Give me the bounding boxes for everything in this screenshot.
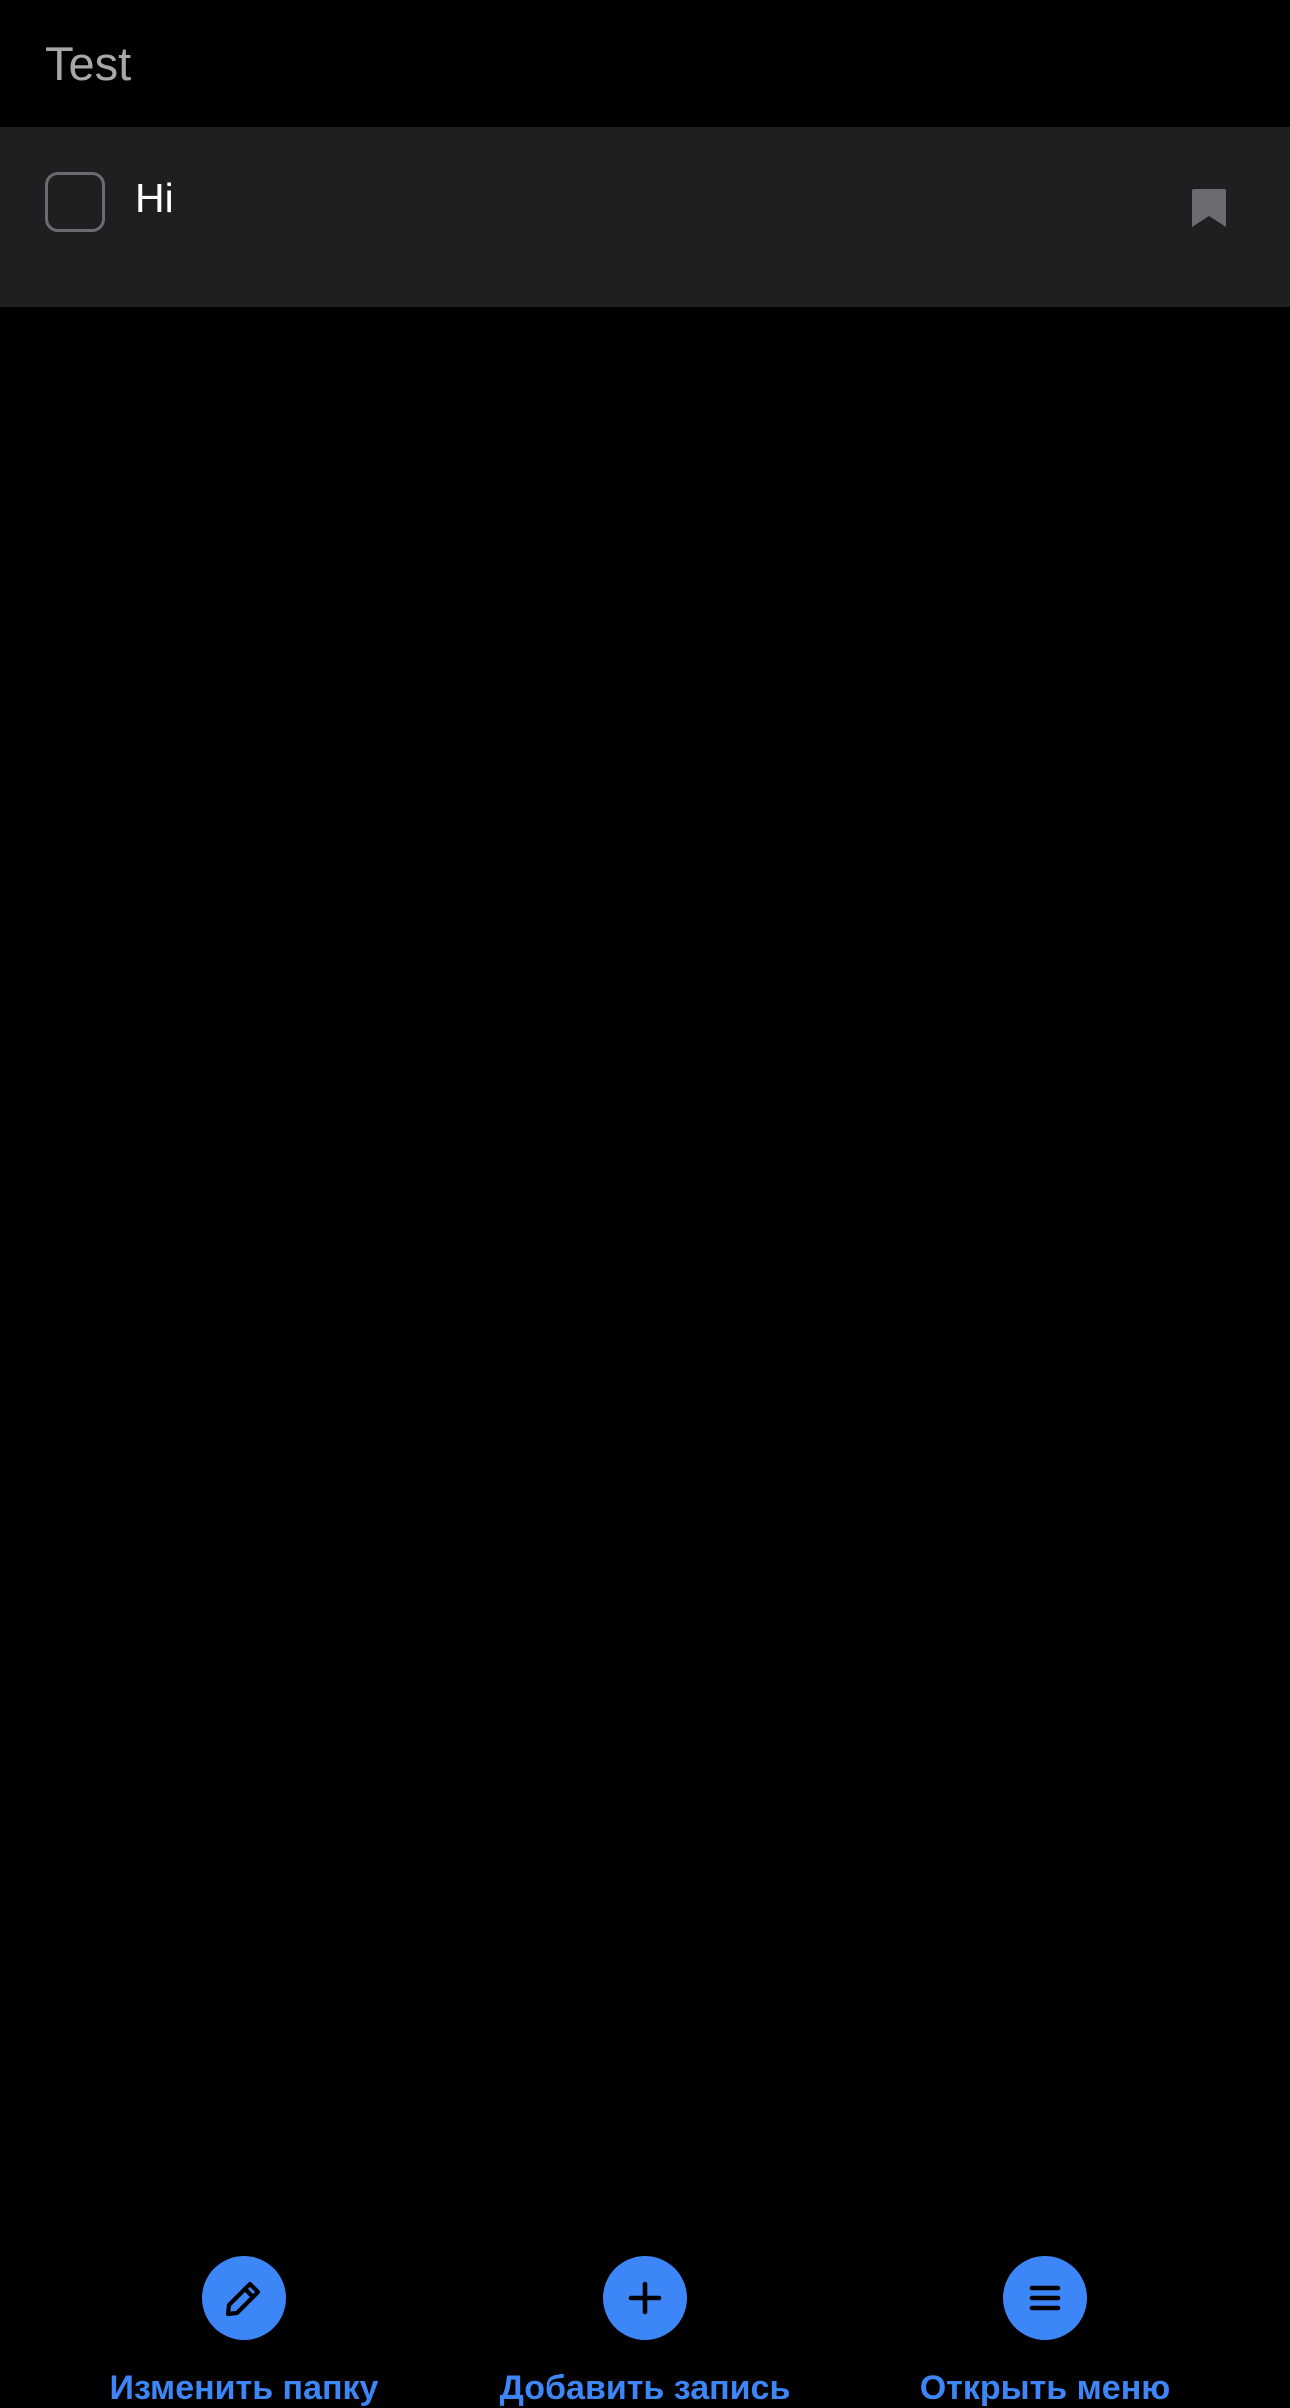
open-menu-label[interactable]: Открыть меню bbox=[845, 2368, 1245, 2408]
plus-icon bbox=[628, 2281, 662, 2315]
folder-header: Test bbox=[0, 0, 1290, 127]
open-menu-button[interactable]: Открыть меню bbox=[845, 2256, 1245, 2407]
folder-title: Test bbox=[45, 37, 132, 90]
entry-checkbox[interactable] bbox=[45, 172, 105, 232]
edit-folder-button[interactable]: Изменить папку bbox=[44, 2256, 444, 2407]
open-menu-circle[interactable] bbox=[1003, 2256, 1087, 2340]
pencil-icon bbox=[225, 2281, 261, 2317]
hamburger-menu-icon bbox=[1029, 2285, 1061, 2311]
add-entry-circle[interactable] bbox=[603, 2256, 687, 2340]
add-entry-label[interactable]: Добавить запись bbox=[445, 2368, 845, 2408]
list-item[interactable]: Hi bbox=[0, 127, 1290, 307]
edit-folder-label[interactable]: Изменить папку bbox=[44, 2368, 444, 2408]
bookmark-icon[interactable] bbox=[1190, 187, 1228, 229]
entry-list: Hi bbox=[0, 127, 1290, 307]
add-entry-button[interactable]: Добавить запись bbox=[445, 2256, 845, 2407]
entry-text[interactable]: Hi bbox=[135, 173, 174, 223]
edit-folder-circle[interactable] bbox=[202, 2256, 286, 2340]
bottom-toolbar: Изменить папку Добавить запись Открыть м… bbox=[0, 2240, 1290, 2407]
